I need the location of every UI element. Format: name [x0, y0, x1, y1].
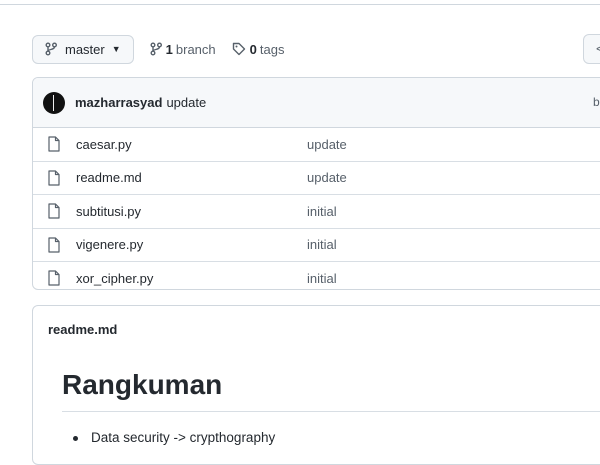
readme-list: Data security -> crypthography — [73, 430, 275, 445]
branch-select-button[interactable]: master ▼ — [32, 34, 134, 64]
header-divider — [0, 0, 600, 5]
file-commit-message[interactable]: initial — [307, 204, 337, 219]
file-commit-message[interactable]: initial — [307, 237, 337, 252]
caret-down-icon: ▼ — [111, 44, 121, 54]
git-branch-icon — [150, 42, 162, 56]
file-commit-message[interactable]: update — [307, 170, 347, 185]
file-name[interactable]: vigenere.py — [76, 237, 143, 252]
branches-count: 1 — [165, 41, 173, 57]
code-button[interactable]: < — [583, 34, 600, 64]
commit-message[interactable]: update — [166, 95, 206, 110]
bullet-icon — [73, 436, 78, 441]
file-list: mazharrasyad update b caesar.py update r… — [32, 77, 600, 290]
file-row[interactable]: subtitusi.py initial — [33, 194, 600, 228]
file-icon — [48, 236, 60, 253]
tags-count: 0 — [249, 41, 257, 57]
file-row[interactable]: readme.md update — [33, 160, 600, 195]
file-commit-message[interactable]: update — [307, 137, 347, 152]
commit-hash[interactable]: b — [593, 95, 600, 109]
readme-heading: Rangkuman — [62, 369, 223, 400]
branches-label: branch — [175, 41, 216, 57]
file-icon — [48, 169, 60, 186]
readme-panel: readme.md Rangkuman Data security -> cry… — [32, 305, 600, 465]
file-name[interactable]: subtitusi.py — [76, 204, 141, 219]
file-commit-message[interactable]: initial — [307, 271, 337, 286]
file-icon — [48, 203, 60, 219]
file-row[interactable]: vigenere.py initial — [33, 227, 600, 262]
repo-toolbar: master ▼ 1 branch 0 tags — [32, 34, 284, 64]
commit-author[interactable]: mazharrasyad — [75, 95, 162, 110]
tags-link[interactable]: 0 tags — [232, 41, 285, 57]
file-name[interactable]: xor_cipher.py — [76, 271, 153, 286]
heading-divider — [62, 411, 600, 412]
file-row[interactable]: caesar.py update — [33, 128, 600, 161]
file-name[interactable]: readme.md — [76, 170, 142, 185]
file-icon — [48, 270, 60, 286]
git-branch-icon — [45, 42, 57, 56]
tag-icon — [232, 42, 245, 56]
readme-filename[interactable]: readme.md — [48, 322, 117, 337]
latest-commit-bar: mazharrasyad update b — [33, 78, 600, 128]
branches-link[interactable]: 1 branch — [150, 42, 216, 57]
tags-label: tags — [259, 41, 285, 57]
code-icon: < — [596, 41, 600, 56]
file-icon — [48, 136, 60, 152]
list-item: Data security -> crypthography — [91, 430, 276, 445]
file-row[interactable]: xor_cipher.py initial — [33, 261, 600, 289]
file-name[interactable]: caesar.py — [76, 137, 132, 152]
branch-name: master — [65, 41, 105, 57]
avatar[interactable] — [43, 91, 65, 114]
